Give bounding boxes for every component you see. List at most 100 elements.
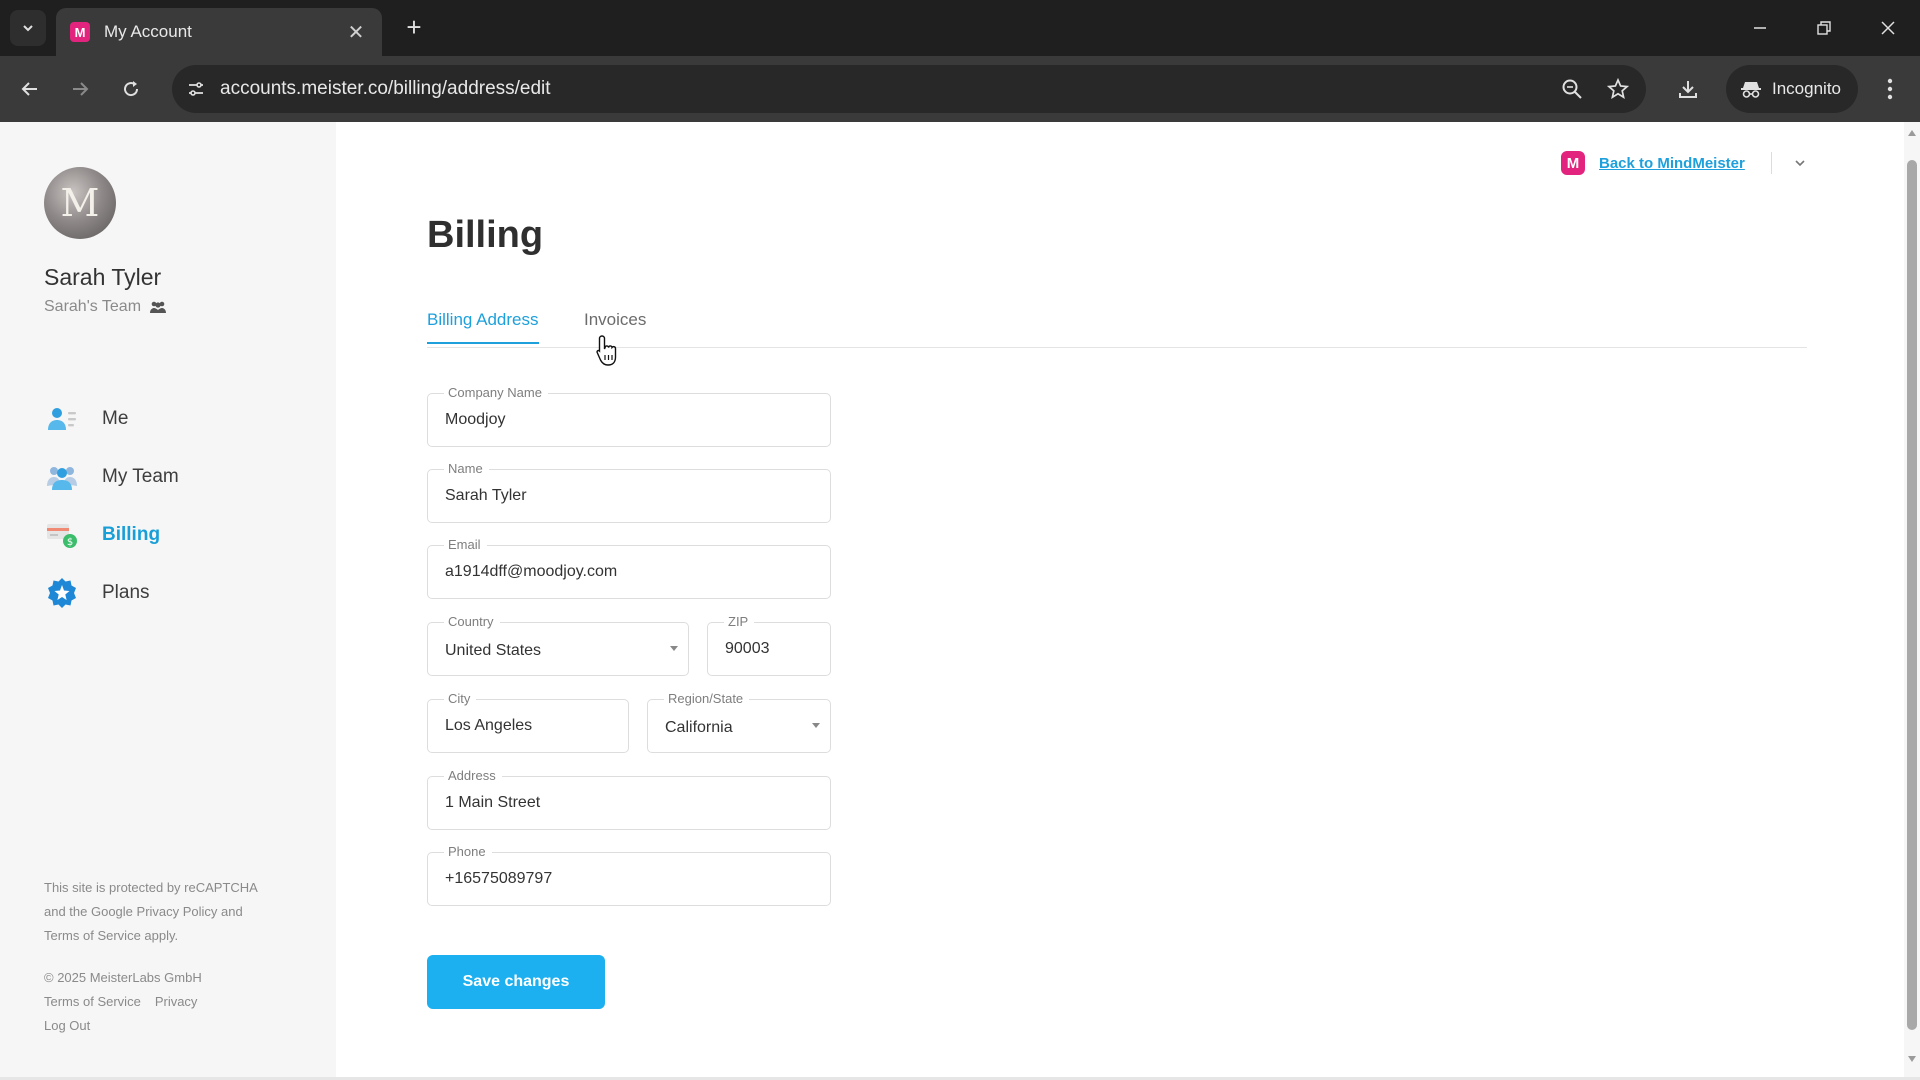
field-label: Name bbox=[444, 461, 489, 477]
city-field[interactable]: City Los Angeles bbox=[427, 691, 629, 753]
svg-text:$: $ bbox=[67, 537, 73, 548]
field-label: Email bbox=[444, 537, 487, 553]
team-members-icon bbox=[149, 300, 167, 314]
recaptcha-line: This site is protected by reCAPTCHA bbox=[44, 880, 258, 895]
sidebar-item-my-team[interactable]: My Team bbox=[44, 448, 179, 506]
zoom-icon[interactable] bbox=[1558, 75, 1586, 103]
sidebar-nav: Me My Team $ Billing Plans bbox=[44, 390, 179, 622]
dropdown-caret-icon[interactable] bbox=[670, 646, 678, 651]
page-title: Billing bbox=[427, 214, 544, 256]
arrow-left-icon bbox=[21, 82, 37, 96]
sidebar-item-label: Billing bbox=[102, 524, 161, 545]
mindmeister-favicon-icon: M bbox=[70, 22, 90, 42]
region-select[interactable]: Region/State California bbox=[647, 691, 831, 753]
field-label: Company Name bbox=[444, 385, 548, 401]
hand-cursor-icon bbox=[596, 334, 620, 373]
incognito-label: Incognito bbox=[1772, 79, 1841, 98]
person-card-icon bbox=[44, 401, 80, 437]
browser-toolbar: accounts.meister.co/billing/address/edit… bbox=[0, 56, 1920, 122]
close-icon bbox=[1881, 21, 1895, 35]
tab-title: My Account bbox=[104, 22, 192, 41]
download-icon[interactable] bbox=[1670, 71, 1706, 107]
save-changes-button[interactable]: Save changes bbox=[427, 955, 605, 1009]
divider bbox=[1770, 152, 1772, 174]
sidebar-item-plans[interactable]: Plans bbox=[44, 564, 179, 622]
app-switcher: M Back to MindMeister bbox=[1561, 151, 1806, 175]
field-value[interactable]: Los Angeles bbox=[445, 717, 532, 735]
reload-icon bbox=[124, 81, 139, 97]
tab-billing-address[interactable]: Billing Address bbox=[427, 310, 539, 344]
arrow-right-icon bbox=[73, 82, 89, 96]
billing-icon: $ bbox=[44, 517, 80, 553]
field-value[interactable]: Moodjoy bbox=[445, 411, 505, 429]
back-to-mindmeister-link[interactable]: Back to MindMeister bbox=[1599, 155, 1745, 172]
country-select[interactable]: Country United States bbox=[427, 614, 689, 676]
url-text[interactable]: accounts.meister.co/billing/address/edit bbox=[220, 78, 551, 100]
mindmeister-logo-icon: M bbox=[1561, 151, 1585, 175]
reload-button[interactable] bbox=[113, 71, 149, 107]
scrollbar-thumb[interactable] bbox=[1907, 160, 1917, 1030]
restore-button[interactable] bbox=[1804, 10, 1844, 46]
sidebar-item-label: Me bbox=[102, 408, 129, 429]
field-label: Country bbox=[444, 614, 500, 630]
address-bar[interactable]: accounts.meister.co/billing/address/edit bbox=[172, 65, 1646, 113]
address-field[interactable]: Address 1 Main Street bbox=[427, 768, 831, 830]
field-value[interactable]: 1 Main Street bbox=[445, 794, 540, 812]
back-button[interactable] bbox=[12, 71, 48, 107]
team-icon bbox=[44, 459, 80, 495]
site-settings-icon[interactable] bbox=[184, 77, 208, 101]
logout-link[interactable]: Log Out bbox=[44, 1014, 304, 1038]
field-value[interactable]: 90003 bbox=[725, 640, 770, 658]
sidebar-item-label: My Team bbox=[102, 466, 179, 487]
sidebar-footer: This site is protected by reCAPTCHA and … bbox=[44, 876, 304, 1038]
name-field[interactable]: Name Sarah Tyler bbox=[427, 461, 831, 523]
page-scrollbar[interactable] bbox=[1904, 122, 1920, 1078]
forward-button[interactable] bbox=[62, 71, 98, 107]
field-value[interactable]: California bbox=[665, 719, 733, 737]
field-value[interactable]: Sarah Tyler bbox=[445, 487, 527, 505]
avatar[interactable]: M bbox=[44, 167, 116, 239]
terms-link[interactable]: Terms of Service bbox=[44, 994, 141, 1009]
billing-tabs: Billing Address Invoices bbox=[427, 310, 1807, 348]
scroll-up-arrow-icon[interactable] bbox=[1908, 130, 1916, 136]
restore-icon bbox=[1817, 21, 1831, 35]
account-sidebar: M Sarah Tyler Sarah's Team Me My Team $ … bbox=[0, 122, 336, 1078]
company-name-field[interactable]: Company Name Moodjoy bbox=[427, 385, 831, 447]
phone-field[interactable]: Phone +16575089797 bbox=[427, 844, 831, 906]
chevron-down-icon[interactable] bbox=[1794, 159, 1806, 167]
close-window-button[interactable] bbox=[1868, 10, 1908, 46]
field-label: Region/State bbox=[664, 691, 750, 707]
sidebar-item-me[interactable]: Me bbox=[44, 390, 179, 448]
recaptcha-line: and the Google Privacy Policy and bbox=[44, 904, 243, 919]
field-label: City bbox=[444, 691, 477, 707]
field-label: ZIP bbox=[724, 614, 755, 630]
field-value[interactable]: a1914dff@moodjoy.com bbox=[445, 563, 617, 581]
field-label: Address bbox=[444, 768, 502, 784]
chevron-down-icon bbox=[23, 25, 33, 32]
email-field[interactable]: Email a1914dff@moodjoy.com bbox=[427, 537, 831, 599]
browser-menu-icon[interactable] bbox=[1872, 71, 1908, 107]
tab-search-button[interactable] bbox=[10, 10, 46, 46]
sidebar-item-billing[interactable]: $ Billing bbox=[44, 506, 179, 564]
footer-links: Terms of Service Privacy bbox=[44, 990, 304, 1014]
field-value[interactable]: +16575089797 bbox=[445, 870, 552, 888]
scroll-down-arrow-icon[interactable] bbox=[1908, 1056, 1916, 1062]
minimize-button[interactable] bbox=[1740, 10, 1780, 46]
zip-field[interactable]: ZIP 90003 bbox=[707, 614, 831, 676]
bookmark-star-icon[interactable] bbox=[1604, 75, 1632, 103]
recaptcha-line: Terms of Service apply. bbox=[44, 928, 179, 943]
close-tab-icon[interactable]: ✕ bbox=[344, 20, 368, 45]
new-tab-button[interactable]: + bbox=[398, 12, 430, 44]
incognito-indicator[interactable]: Incognito bbox=[1726, 65, 1858, 113]
recaptcha-notice: This site is protected by reCAPTCHA and … bbox=[44, 876, 304, 948]
copyright: © 2025 MeisterLabs GmbH bbox=[44, 970, 202, 985]
dropdown-caret-icon[interactable] bbox=[812, 723, 820, 728]
minimize-icon bbox=[1754, 27, 1766, 29]
user-name: Sarah Tyler bbox=[44, 264, 162, 290]
team-name: Sarah's Team bbox=[44, 298, 142, 315]
team-row: Sarah's Team bbox=[44, 298, 167, 316]
browser-tab[interactable]: M My Account ✕ bbox=[56, 8, 382, 56]
field-value[interactable]: United States bbox=[445, 642, 541, 660]
privacy-link[interactable]: Privacy bbox=[155, 994, 198, 1009]
sidebar-item-label: Plans bbox=[102, 582, 150, 603]
